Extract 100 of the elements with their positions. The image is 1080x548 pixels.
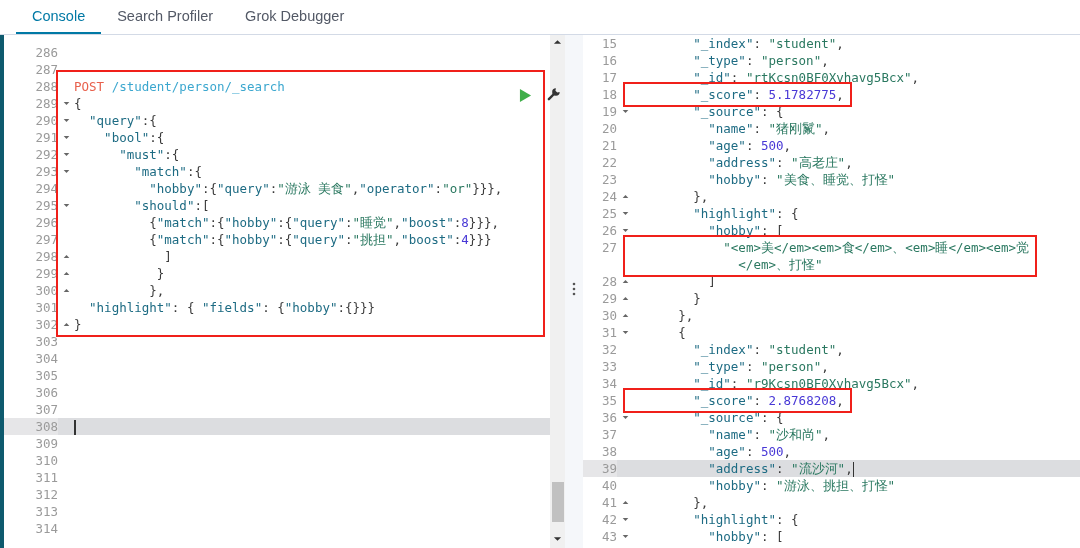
play-icon[interactable] xyxy=(519,88,532,103)
code-line: "<em>美</em><em>食</em>、<em>睡</em><em>觉</em>、打怪" xyxy=(722,240,1030,272)
line-number: 37 xyxy=(600,426,617,443)
code-line: ] xyxy=(163,249,172,264)
line-number: 29 xyxy=(600,290,617,307)
line-number: 25 xyxy=(600,205,617,222)
unfold-arrow-icon[interactable] xyxy=(621,194,629,199)
code-line: } xyxy=(155,266,165,281)
code-line: "_index": "student", xyxy=(692,36,844,51)
fold-arrow-icon[interactable] xyxy=(621,211,629,216)
code-line: "highlight": { xyxy=(692,512,799,527)
tab[interactable]: Search Profiler xyxy=(101,0,230,34)
line-number: 294 xyxy=(34,180,58,197)
unfold-arrow-icon[interactable] xyxy=(62,271,70,276)
code-line: {"match":{"hobby":{"query":"挑担","boost":4}}} xyxy=(148,232,492,247)
tab[interactable]: Grok Debugger xyxy=(229,0,361,34)
line-number: 21 xyxy=(600,137,617,154)
code-line: "_type": "person", xyxy=(692,359,829,374)
code-line: "hobby": [ xyxy=(707,529,784,544)
code-line: "age": 500, xyxy=(707,138,792,153)
fold-arrow-icon[interactable] xyxy=(62,152,70,157)
line-number: 35 xyxy=(600,392,617,409)
scroll-down-icon[interactable] xyxy=(553,536,562,542)
unfold-arrow-icon[interactable] xyxy=(62,322,70,327)
code-line: "should":[ xyxy=(133,198,210,213)
line-number: 18 xyxy=(600,86,617,103)
line-number: 42 xyxy=(600,511,617,528)
code-line: } xyxy=(692,291,701,306)
code-line: } xyxy=(74,317,82,332)
code-line: "highlight": { xyxy=(692,206,799,221)
fold-arrow-icon[interactable] xyxy=(62,101,70,106)
line-number: 19 xyxy=(600,103,617,120)
scroll-up-icon[interactable] xyxy=(553,39,562,45)
fold-arrow-icon[interactable] xyxy=(621,517,629,522)
unfold-arrow-icon[interactable] xyxy=(621,296,629,301)
unfold-arrow-icon[interactable] xyxy=(621,279,629,284)
code-line: "address": "流沙河", xyxy=(707,461,853,476)
line-number: 311 xyxy=(34,469,58,486)
line-number: 23 xyxy=(600,171,617,188)
line-number: 287 xyxy=(34,61,58,78)
tab[interactable]: Console xyxy=(16,0,102,34)
line-number: 307 xyxy=(34,401,58,418)
line-number: 16 xyxy=(600,52,617,69)
code-line: "name": "沙和尚", xyxy=(707,427,831,442)
scrollbar-thumb[interactable] xyxy=(551,481,564,522)
line-number: 41 xyxy=(600,494,617,511)
text-cursor xyxy=(852,462,855,477)
line-number: 20 xyxy=(600,120,617,137)
code-line: "age": 500, xyxy=(707,444,792,459)
fold-arrow-icon[interactable] xyxy=(62,135,70,140)
code-line: { xyxy=(74,96,82,111)
unfold-arrow-icon[interactable] xyxy=(62,254,70,259)
code-line: "name": "猪刚鬣", xyxy=(707,121,831,136)
unfold-arrow-icon[interactable] xyxy=(62,288,70,293)
line-number: 32 xyxy=(600,341,617,358)
fold-arrow-icon[interactable] xyxy=(62,118,70,123)
code-line: "_type": "person", xyxy=(692,53,829,68)
code-line: }, xyxy=(692,189,709,204)
code-line: POST /student/person/_search xyxy=(74,79,285,94)
line-number: 24 xyxy=(600,188,617,205)
line-number: 310 xyxy=(34,452,58,469)
line-number: 22 xyxy=(600,154,617,171)
code-line: "hobby": "美食、睡觉、打怪" xyxy=(707,172,896,187)
code-line: "_index": "student", xyxy=(692,342,844,357)
code-line: "highlight": { "fields": {"hobby":{}}} xyxy=(88,300,376,315)
code-line: "query":{ xyxy=(88,113,157,128)
code-line: "_id": "rtKcsn0BF0Xvhavg5Bcx", xyxy=(692,70,920,85)
line-number: 313 xyxy=(34,503,58,520)
fold-arrow-icon[interactable] xyxy=(621,228,629,233)
fold-arrow-icon[interactable] xyxy=(62,169,70,174)
code-line: { xyxy=(677,325,686,340)
line-number: 17 xyxy=(600,69,617,86)
code-line: "hobby":{"query":"游泳 美食","operator":"or"}}}, xyxy=(148,181,503,196)
line-number: 36 xyxy=(600,409,617,426)
fold-arrow-icon[interactable] xyxy=(62,203,70,208)
wrench-icon[interactable] xyxy=(547,86,562,101)
code-line: "bool":{ xyxy=(103,130,165,145)
resize-handle-icon[interactable] xyxy=(572,282,576,296)
line-number: 31 xyxy=(600,324,617,341)
code-line: "_score": 2.8768208, xyxy=(692,393,844,408)
unfold-arrow-icon[interactable] xyxy=(621,313,629,318)
line-number: 314 xyxy=(34,520,58,537)
code-line: "match":{ xyxy=(133,164,202,179)
code-line: "_score": 5.1782775, xyxy=(692,87,844,102)
code-line: "hobby": "游泳、挑担、打怪" xyxy=(707,478,896,493)
fold-arrow-icon[interactable] xyxy=(621,330,629,335)
fold-arrow-icon[interactable] xyxy=(621,415,629,420)
scrollbar[interactable] xyxy=(550,35,565,548)
fold-arrow-icon[interactable] xyxy=(621,109,629,114)
line-number: 301 xyxy=(34,299,58,316)
fold-arrow-icon[interactable] xyxy=(621,534,629,539)
line-number: 304 xyxy=(34,350,58,367)
unfold-arrow-icon[interactable] xyxy=(621,500,629,505)
line-number: 15 xyxy=(600,35,617,52)
code-line: "address": "高老庄", xyxy=(707,155,853,170)
text-cursor xyxy=(74,420,76,435)
code-line: "_id": "r9Kcsn0BF0Xvhavg5Bcx", xyxy=(692,376,920,391)
line-number: 28 xyxy=(600,273,617,290)
line-number: 308 xyxy=(4,418,58,435)
line-number: 309 xyxy=(34,435,58,452)
